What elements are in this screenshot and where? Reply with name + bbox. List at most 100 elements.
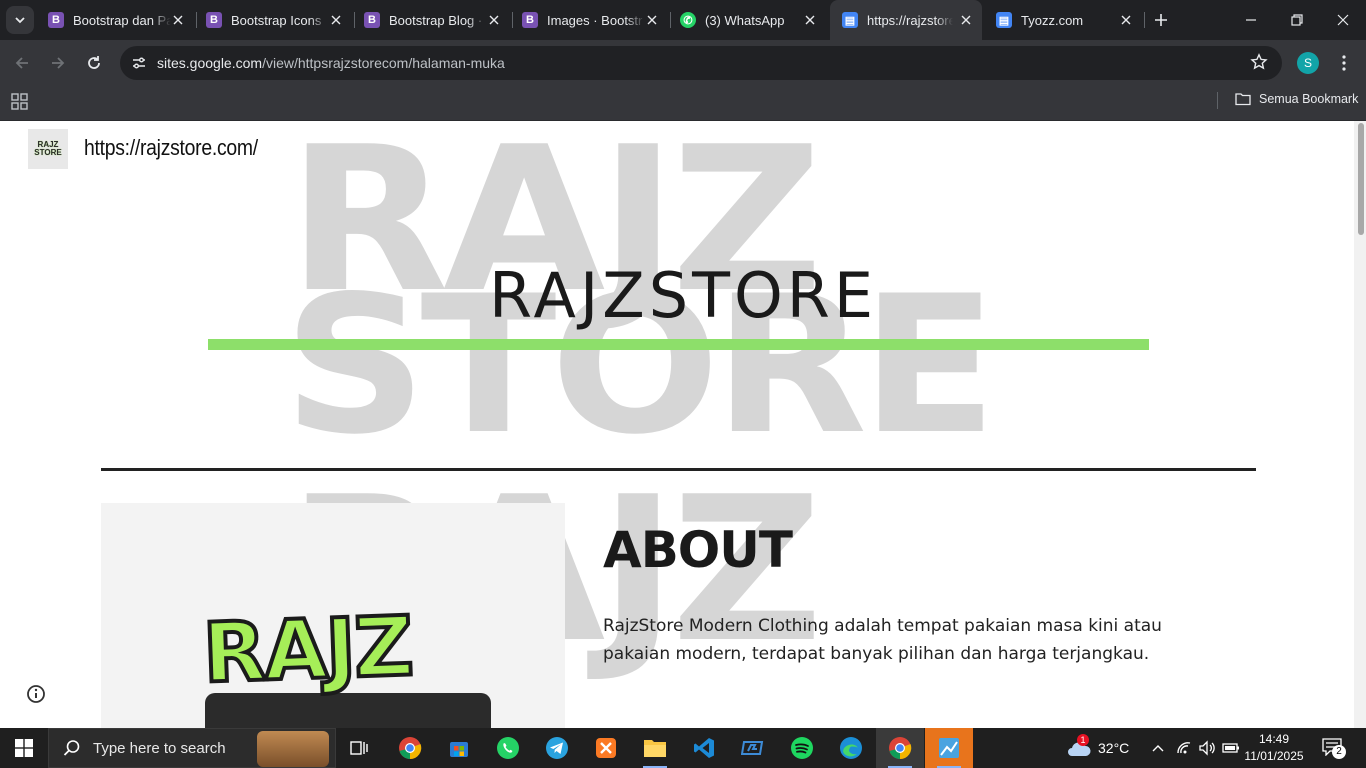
all-bookmarks-button[interactable]: Semua Bookmark bbox=[1235, 92, 1358, 106]
paint-icon bbox=[939, 738, 959, 758]
search-highlight-image bbox=[257, 731, 329, 767]
taskbar-file-explorer[interactable] bbox=[631, 728, 679, 768]
site-info-icon[interactable] bbox=[128, 52, 150, 74]
taskbar-paint-app[interactable] bbox=[925, 728, 973, 768]
close-icon[interactable] bbox=[170, 12, 186, 28]
tab-bootstrap-1[interactable]: B Bootstrap dan Pa bbox=[36, 0, 194, 40]
tab-bootstrap-4[interactable]: B Images · Bootstr bbox=[510, 0, 668, 40]
vscode-icon bbox=[694, 738, 714, 758]
taskbar-whatsapp[interactable] bbox=[484, 728, 532, 768]
all-bookmarks-label: Semua Bookmark bbox=[1259, 92, 1359, 106]
taskbar-vscode[interactable] bbox=[680, 728, 728, 768]
about-image-text: RAJZ bbox=[199, 597, 415, 703]
site-logo[interactable]: RAJZ STORE bbox=[28, 129, 68, 169]
arrow-left-icon bbox=[15, 57, 28, 69]
taskbar-spotify[interactable] bbox=[778, 728, 826, 768]
bootstrap-icon: B bbox=[206, 12, 222, 28]
tab-bootstrap-3[interactable]: B Bootstrap Blog · bbox=[352, 0, 510, 40]
bootstrap-icon: B bbox=[364, 12, 380, 28]
cloud-icon: 1 bbox=[1066, 734, 1092, 758]
bookmark-star-icon[interactable] bbox=[1250, 53, 1268, 76]
clock-time: 14:49 bbox=[1258, 732, 1290, 746]
weather-temp: 32°C bbox=[1098, 740, 1130, 756]
chevron-down-icon bbox=[15, 17, 25, 24]
taskbar-app-blue[interactable] bbox=[729, 728, 777, 768]
tab-title: Tyozz.com bbox=[1021, 12, 1084, 28]
reload-button[interactable] bbox=[80, 49, 108, 77]
xampp-icon bbox=[596, 738, 616, 758]
close-icon[interactable] bbox=[1118, 12, 1134, 28]
app-icon bbox=[741, 741, 764, 755]
folder-icon bbox=[644, 740, 666, 757]
system-clock[interactable]: 14:49 11/01/2025 bbox=[1241, 731, 1307, 765]
plus-icon bbox=[1155, 14, 1167, 26]
taskbar-search[interactable]: Type here to search bbox=[48, 728, 336, 768]
google-sites-icon: ▤ bbox=[996, 12, 1012, 28]
volume-icon[interactable] bbox=[1198, 728, 1216, 768]
tab-title: Bootstrap Blog · bbox=[389, 12, 483, 28]
search-placeholder: Type here to search bbox=[93, 739, 226, 757]
minimize-icon bbox=[1246, 19, 1256, 21]
about-image: RAJZ bbox=[101, 503, 565, 728]
tab-title: Images · Bootstr bbox=[547, 12, 643, 28]
task-view-icon bbox=[350, 741, 368, 755]
close-icon[interactable] bbox=[644, 12, 660, 28]
tab-rajzstore[interactable]: ▤ https://rajzstore bbox=[830, 0, 982, 40]
forward-button[interactable] bbox=[44, 49, 72, 77]
apps-grid-icon[interactable] bbox=[11, 93, 29, 111]
notification-center-button[interactable]: 2 bbox=[1322, 738, 1346, 761]
tab-title: Bootstrap Icons bbox=[231, 12, 322, 28]
taskbar-edge[interactable] bbox=[827, 728, 875, 768]
windows-icon bbox=[15, 739, 33, 757]
hero-title: RAJZSTORE bbox=[488, 259, 878, 332]
bootstrap-icon: B bbox=[48, 12, 64, 28]
tab-tyozz[interactable]: ▤ Tyozz.com bbox=[984, 0, 1142, 40]
tab-bootstrap-2[interactable]: B Bootstrap Icons bbox=[194, 0, 352, 40]
taskbar-telegram[interactable] bbox=[533, 728, 581, 768]
logo-text-bottom: STORE bbox=[34, 148, 62, 157]
taskbar-store[interactable] bbox=[435, 728, 483, 768]
new-tab-button[interactable] bbox=[1150, 9, 1172, 31]
back-button[interactable] bbox=[8, 49, 36, 77]
search-icon bbox=[63, 740, 80, 756]
chrome-icon bbox=[889, 737, 912, 760]
weather-widget[interactable]: 1 32°C bbox=[1066, 728, 1129, 768]
edge-icon bbox=[840, 737, 862, 759]
close-window-button[interactable] bbox=[1320, 0, 1366, 40]
notification-count: 2 bbox=[1332, 745, 1346, 759]
taskbar-chrome-active[interactable] bbox=[876, 728, 924, 768]
taskbar-chrome[interactable] bbox=[386, 728, 434, 768]
chrome-icon bbox=[399, 737, 422, 760]
folder-icon bbox=[1235, 93, 1251, 106]
address-bar[interactable]: sites.google.com/view/httpsrajzstorecom/… bbox=[120, 46, 1282, 80]
google-sites-icon: ▤ bbox=[842, 12, 858, 28]
task-view-button[interactable] bbox=[336, 728, 384, 768]
close-icon[interactable] bbox=[802, 12, 818, 28]
minimize-button[interactable] bbox=[1228, 0, 1274, 40]
restore-icon bbox=[1291, 14, 1303, 26]
close-icon[interactable] bbox=[486, 12, 502, 28]
tab-strip: B Bootstrap dan Pa B Bootstrap Icons B B… bbox=[0, 0, 1366, 40]
whatsapp-icon: ✆ bbox=[680, 12, 696, 28]
page-scrollbar[interactable] bbox=[1354, 121, 1366, 728]
start-button[interactable] bbox=[0, 728, 48, 768]
close-icon[interactable] bbox=[328, 12, 344, 28]
more-menu-icon[interactable] bbox=[1334, 52, 1354, 74]
tab-search-button[interactable] bbox=[6, 6, 34, 34]
reload-icon bbox=[88, 56, 100, 69]
network-icon[interactable] bbox=[1176, 728, 1192, 768]
bootstrap-icon: B bbox=[522, 12, 538, 28]
tab-title: (3) WhatsApp bbox=[705, 12, 785, 28]
close-icon[interactable] bbox=[958, 12, 974, 28]
battery-icon[interactable] bbox=[1222, 728, 1240, 768]
clock-date: 11/01/2025 bbox=[1244, 749, 1304, 763]
tray-overflow-button[interactable] bbox=[1152, 728, 1164, 768]
taskbar-xampp[interactable] bbox=[582, 728, 630, 768]
browser-toolbar: sites.google.com/view/httpsrajzstorecom/… bbox=[0, 40, 1366, 86]
profile-avatar[interactable]: S bbox=[1297, 52, 1319, 74]
site-name-link[interactable]: https://rajzstore.com/ bbox=[84, 135, 258, 161]
scrollbar-thumb[interactable] bbox=[1358, 123, 1364, 235]
info-icon[interactable] bbox=[26, 684, 46, 704]
tab-whatsapp[interactable]: ✆ (3) WhatsApp bbox=[668, 0, 826, 40]
restore-button[interactable] bbox=[1274, 0, 1320, 40]
